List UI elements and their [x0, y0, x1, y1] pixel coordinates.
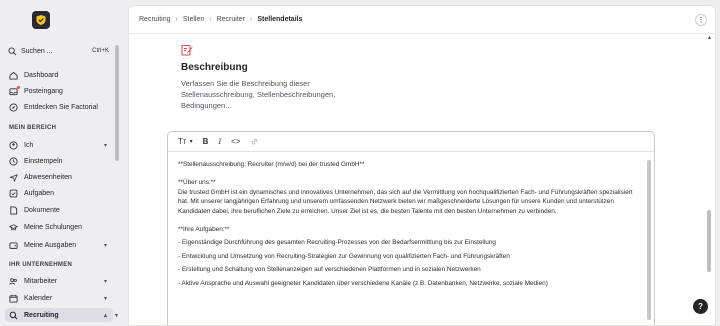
search-shortcut: Ctrl+K: [92, 48, 109, 54]
sidebar-item-mitarbeiter[interactable]: Mitarbeiter ▾: [5, 274, 113, 288]
editor-line: - Eigenständige Durchführung des gesamte…: [178, 239, 496, 247]
graduation-icon: [9, 223, 18, 232]
section-label-mein-bereich: MEIN BEREICH: [9, 125, 57, 131]
section-title: Beschreibung: [181, 62, 248, 73]
chevron-up-icon: ▴: [103, 312, 107, 319]
recruiting-icon: [9, 311, 18, 320]
sidebar-item-einstempeln[interactable]: Einstempeln: [5, 154, 113, 168]
chevron-down-icon: ▾: [103, 142, 107, 149]
sidebar-item-label: Einstempeln: [24, 157, 63, 165]
breadcrumb-current: Stellendetails: [257, 16, 303, 23]
editor-content[interactable]: **Stellenausschreibung: Recruiter (m/w/d…: [178, 160, 640, 288]
editor-line: **Stellenausschreibung: Recruiter (m/w/d…: [178, 161, 365, 168]
sidebar-item-label: Ich: [24, 141, 34, 149]
sidebar-item-label: Entdecken Sie Factorial: [24, 103, 98, 111]
editor-line: **Ihre Aufgaben:**: [178, 226, 230, 234]
editor-line: **Über uns:**: [178, 179, 216, 187]
notification-dot: [17, 86, 20, 89]
text-style-dropdown[interactable]: Tт ▾: [178, 137, 193, 146]
main-scrollbar[interactable]: [707, 210, 711, 272]
wallet-icon: [9, 241, 18, 250]
user-icon: [9, 140, 18, 150]
editor-scrollbar[interactable]: [647, 160, 651, 320]
home-icon: [9, 71, 18, 80]
help-button[interactable]: ?: [693, 299, 708, 314]
sidebar-item-label: Aufgaben: [24, 189, 54, 197]
search-button[interactable]: Suchen ... Ctrl+K: [5, 43, 113, 59]
link-button[interactable]: [250, 137, 259, 146]
code-button[interactable]: <>: [231, 137, 240, 146]
sidebar-item-schulungen[interactable]: Meine Schulungen: [5, 220, 113, 234]
italic-button[interactable]: I: [218, 137, 221, 146]
chevron-down-icon: ▾: [189, 139, 193, 145]
sidebar-item-label: Posteingang: [24, 87, 63, 95]
search-label: Suchen ...: [21, 47, 53, 55]
sidebar-item-dashboard[interactable]: Dashboard: [5, 68, 113, 82]
link-icon: [251, 138, 258, 145]
bold-button[interactable]: B: [203, 137, 209, 146]
sidebar-item-label: Recruiting: [24, 311, 59, 319]
sidebar-item-kalender[interactable]: Kalender ▾: [5, 291, 113, 305]
sidebar-item-label: Meine Ausgaben: [24, 241, 77, 249]
shield-check-icon: [36, 15, 46, 25]
text-style-label: Tт: [178, 137, 187, 146]
chevron-down-icon: ▾: [103, 295, 107, 302]
scroll-up-icon[interactable]: ▲: [707, 35, 712, 41]
breadcrumb-stellen[interactable]: Stellen: [183, 16, 204, 23]
sidebar-item-abwesenheiten[interactable]: Abwesenheiten: [5, 170, 113, 184]
chevron-right-icon: ›: [250, 16, 253, 23]
editor-line: - Aktive Ansprache und Auswahl geeignete…: [178, 279, 548, 287]
sidebar-item-posteingang[interactable]: Posteingang: [5, 84, 113, 98]
sidebar-item-label: Mitarbeiter: [24, 277, 58, 285]
chevron-down-icon: ▾: [103, 278, 107, 285]
editor-toolbar: Tт ▾ B I <>: [168, 132, 654, 152]
sidebar-item-aufgaben[interactable]: Aufgaben: [5, 186, 113, 200]
sidebar-item-label: Meine Schulungen: [24, 223, 82, 231]
description-editor[interactable]: Tт ▾ B I <> **Stellenausschreibung: Recru…: [167, 131, 655, 325]
plane-icon: [9, 173, 18, 182]
main-panel: Recruiting › Stellen › Recruiter › Stell…: [128, 5, 716, 326]
calendar-icon: [9, 294, 18, 303]
sidebar-item-recruiting[interactable]: Recruiting ▴: [5, 308, 113, 322]
sidebar-item-label: Dashboard: [24, 71, 59, 79]
sidebar-item-dokumente[interactable]: Dokumente: [5, 203, 113, 217]
sidebar-item-label: Kalender: [24, 294, 53, 302]
editor-line: - Erstellung und Schaltung von Stellenan…: [178, 266, 481, 274]
factorial-logo[interactable]: [32, 11, 50, 29]
section-description: Verfassen Sie die Beschreibung dieser St…: [181, 79, 336, 110]
people-icon: [9, 277, 18, 286]
breadcrumb-recruiting[interactable]: Recruiting: [139, 16, 171, 23]
document-icon: [9, 205, 18, 215]
sidebar-item-entdecken[interactable]: Entdecken Sie Factorial: [5, 100, 113, 114]
search-icon: [8, 46, 18, 56]
edit-document-icon: [181, 44, 193, 56]
more-options-button[interactable]: ⋮: [695, 14, 707, 26]
sidebar: Suchen ... Ctrl+K Dashboard Posteingang …: [0, 0, 120, 326]
chevron-right-icon: ›: [209, 16, 212, 23]
breadcrumb-recruiter[interactable]: Recruiter: [217, 16, 245, 23]
chevron-right-icon: ›: [175, 16, 178, 23]
chevron-down-icon: ▾: [103, 242, 107, 249]
sidebar-item-label: Dokumente: [24, 206, 60, 214]
sidebar-scrollbar[interactable]: [115, 45, 119, 161]
editor-line: - Entwicklung und Umsetzung von Recruiti…: [178, 252, 510, 260]
scroll-down-icon[interactable]: ▼: [114, 313, 119, 319]
clock-icon: [9, 156, 18, 166]
sidebar-item-label: Abwesenheiten: [24, 173, 72, 181]
breadcrumb: Recruiting › Stellen › Recruiter › Stell…: [129, 6, 715, 34]
more-vertical-icon: ⋮: [697, 17, 705, 24]
compass-icon: [9, 102, 18, 112]
checkbox-icon: [9, 189, 18, 198]
section-label-ihr-unternehmen: IHR UNTERNEHMEN: [9, 262, 73, 268]
editor-line: Die trusted GmbH ist ein dynamisches und…: [178, 188, 633, 215]
sidebar-item-ausgaben[interactable]: Meine Ausgaben ▾: [5, 238, 113, 252]
sidebar-item-ich[interactable]: Ich ▾: [5, 138, 113, 152]
